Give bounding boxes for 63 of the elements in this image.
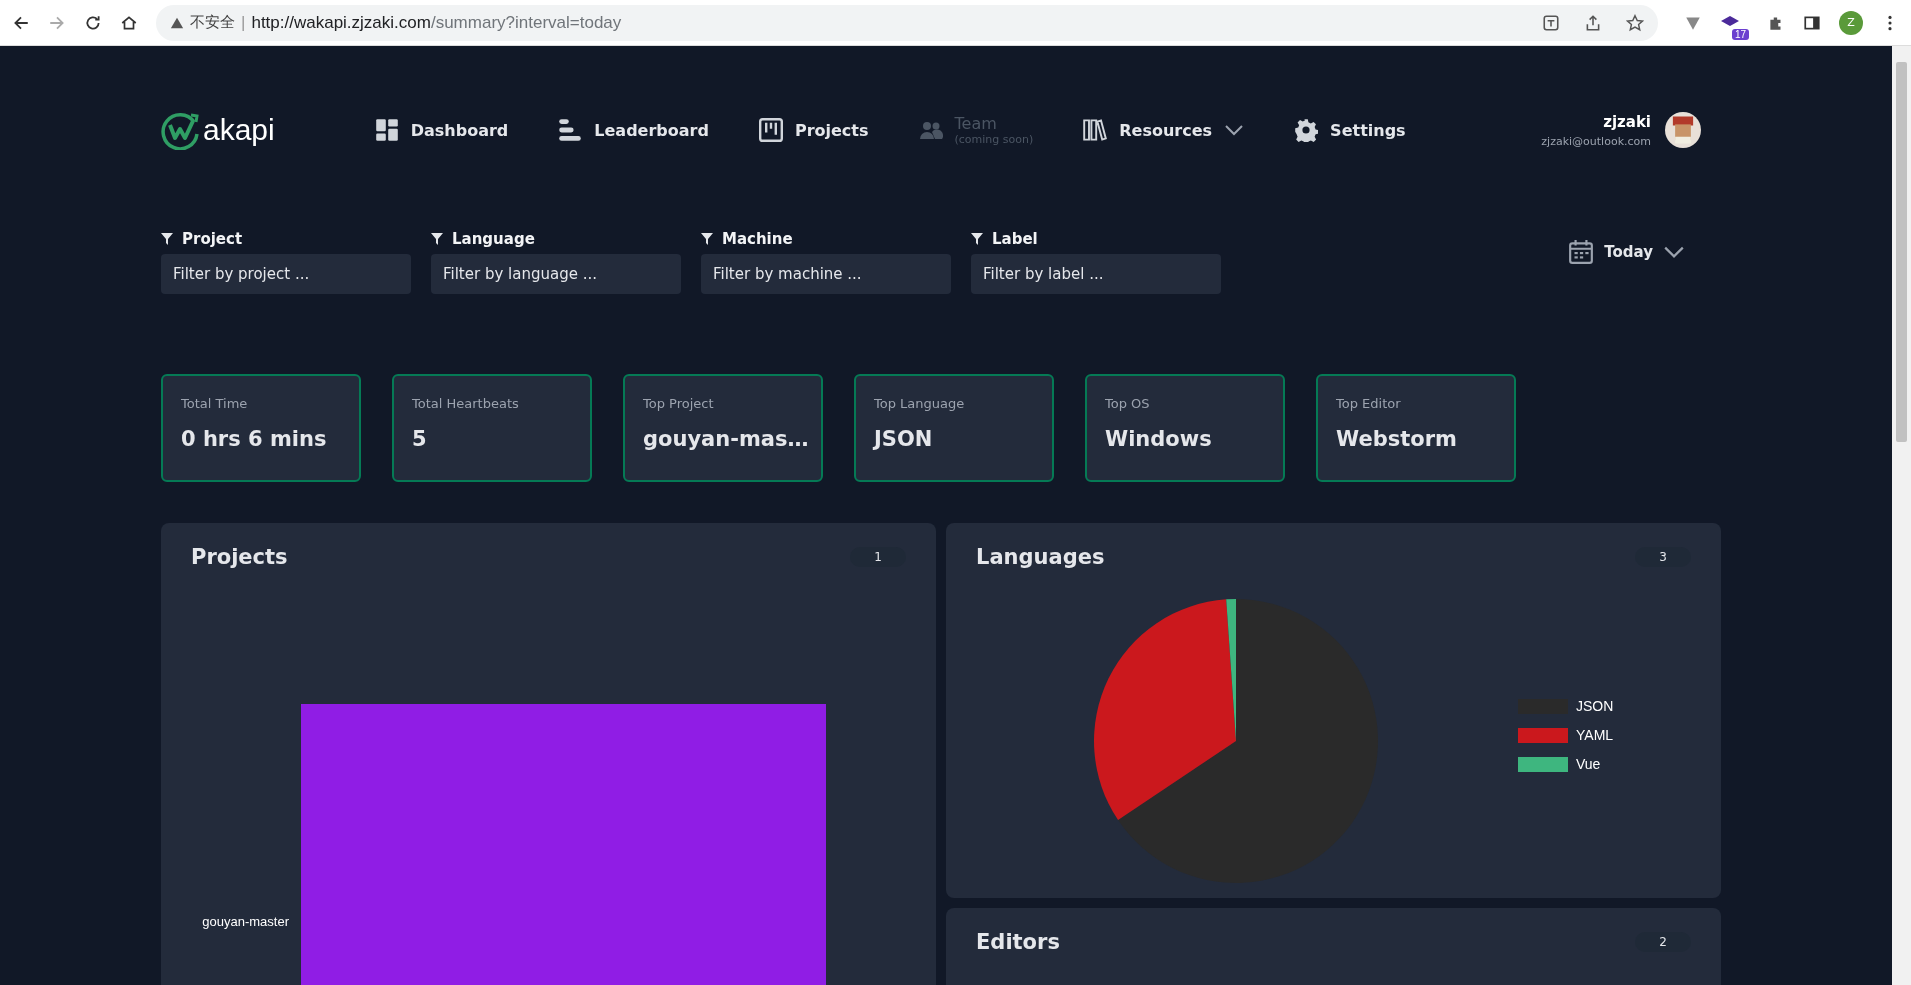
legend-label: Vue (1576, 756, 1601, 772)
stat-value: JSON (874, 427, 934, 451)
chevron-down-icon (1663, 245, 1685, 259)
dashboard-icon[interactable] (374, 118, 399, 142)
reload-icon[interactable] (84, 13, 102, 32)
panel-title: Editors (976, 930, 1060, 954)
user-email: zjzaki@outlook.com (1541, 134, 1651, 148)
count-badge: 2 (1635, 932, 1691, 952)
count-badge: 1 (850, 547, 906, 567)
panel-title: Projects (191, 545, 288, 569)
legend-swatch (1518, 727, 1568, 743)
star-icon[interactable] (1625, 13, 1644, 32)
stat-value: Windows (1105, 427, 1213, 451)
filter-input[interactable]: Filter by language ... (431, 254, 681, 294)
filter-label: Label (992, 230, 1038, 248)
filter-label: Language (452, 230, 535, 248)
filter-label: Project (182, 230, 243, 248)
filter-input[interactable]: Filter by label ... (971, 254, 1221, 294)
separator: | (241, 12, 246, 33)
books-icon[interactable] (1083, 118, 1108, 142)
stat-label: Total Heartbeats (412, 396, 520, 411)
count-badge: 3 (1635, 547, 1691, 567)
nav-link[interactable]: Projects (794, 120, 869, 140)
stat-value: Webstorm (1336, 427, 1458, 451)
legend-label: JSON (1576, 698, 1614, 714)
translate-icon[interactable] (1541, 13, 1560, 32)
legend-swatch (1518, 756, 1568, 772)
nav-link[interactable]: Settings (1330, 120, 1406, 140)
bar-label: gouyan-master (201, 914, 290, 929)
chevron-down-icon[interactable] (1224, 124, 1245, 136)
gear-icon[interactable] (1294, 118, 1319, 142)
calendar-icon (1568, 238, 1595, 266)
stat-label: Top Language (874, 396, 966, 411)
stat-label: Top Editor (1336, 396, 1402, 411)
filter-input[interactable]: Filter by machine ... (701, 254, 951, 294)
logo-icon[interactable] (161, 110, 201, 150)
nav-link[interactable]: Dashboard (410, 120, 509, 140)
panel-title: Languages (976, 545, 1105, 569)
stat-label: Top Project (643, 396, 715, 411)
nav-link[interactable]: Leaderboard (594, 120, 709, 140)
nav-label: Team (954, 114, 998, 133)
bars-icon[interactable] (558, 118, 583, 142)
avatar[interactable] (1665, 112, 1701, 148)
address-bar[interactable]: 不安全 | http://wakapi.zjzaki.com/summary?interval=today (156, 4, 1658, 41)
filter-icon (701, 233, 713, 245)
stat-label: Total Time (181, 396, 249, 411)
legend-label: YAML (1576, 727, 1614, 743)
filter-input[interactable]: Filter by project ... (161, 254, 411, 294)
scrollbar[interactable] (1892, 46, 1911, 985)
nav-sublabel: (coming soon) (954, 133, 1034, 146)
filter-icon (431, 233, 443, 245)
logo-text[interactable]: akapi (203, 113, 275, 147)
board-icon[interactable] (758, 118, 783, 142)
interval-dropdown[interactable]: Today (1568, 238, 1685, 266)
extension-badge: 17 (1731, 28, 1749, 40)
filter-label: Machine (722, 230, 793, 248)
filter-icon (971, 233, 983, 245)
stat-value: 0 hrs 6 mins (181, 427, 328, 451)
user-name[interactable]: zjzaki (1603, 112, 1651, 131)
stat-value: 5 (412, 427, 428, 451)
filter-icon (161, 233, 173, 245)
stat-label: Top OS (1105, 396, 1151, 411)
nav-link[interactable]: Resources (1119, 120, 1213, 140)
